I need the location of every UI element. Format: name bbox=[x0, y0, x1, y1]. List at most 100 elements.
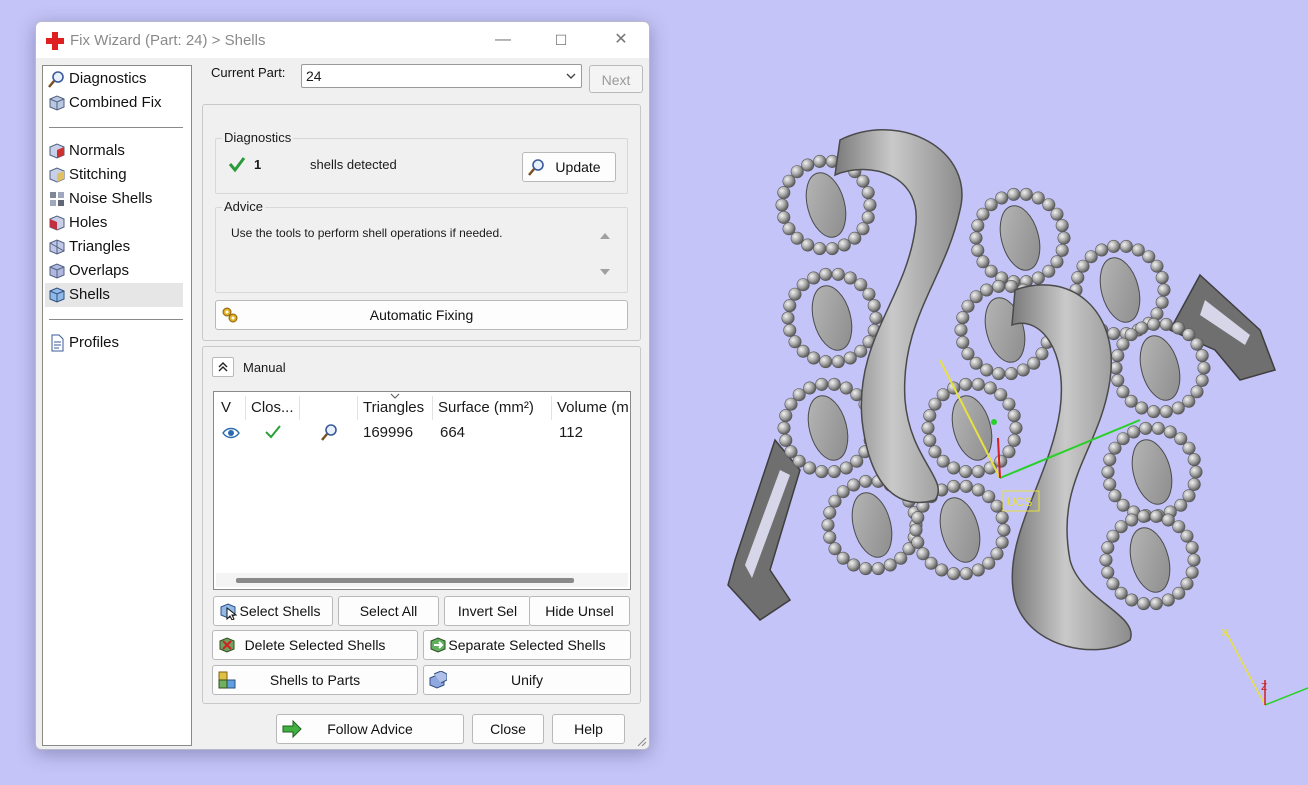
nav-item-label: Triangles bbox=[69, 238, 131, 255]
noise-shells-icon bbox=[50, 192, 64, 206]
current-part-select[interactable]: 24 bbox=[301, 64, 582, 88]
ucs-label: UCS bbox=[1007, 495, 1032, 509]
overlaps-cube-icon bbox=[49, 263, 65, 279]
nav-item-label: Noise Shells bbox=[69, 190, 153, 207]
follow-advice-button[interactable]: Follow Advice bbox=[276, 714, 464, 744]
nav-divider bbox=[49, 127, 183, 128]
nav-item-triangles[interactable]: Triangles bbox=[45, 235, 183, 259]
nav-item-diagnostics[interactable]: Diagnostics bbox=[45, 67, 183, 91]
horizontal-scrollbar[interactable] bbox=[216, 573, 628, 587]
resize-grip-icon[interactable] bbox=[635, 735, 647, 747]
hide-unsel-button[interactable]: Hide Unsel bbox=[529, 596, 630, 626]
nav-item-shells[interactable]: Shells bbox=[45, 283, 183, 307]
magnifier-icon bbox=[48, 71, 64, 88]
advice-text: Use the tools to perform shell operation… bbox=[231, 226, 503, 240]
cell-surface: 664 bbox=[440, 424, 466, 441]
shells-table: V Clos... Triangles Surface (mm²) Volume… bbox=[213, 391, 631, 590]
automatic-fixing-button[interactable]: Automatic Fixing bbox=[215, 300, 628, 330]
unify-label: Unify bbox=[511, 672, 543, 688]
fix-nav-list: Diagnostics Combined Fix Normals Stitchi… bbox=[42, 65, 192, 746]
ring-model bbox=[727, 129, 1276, 651]
automatic-fixing-label: Automatic Fixing bbox=[369, 307, 474, 323]
update-label: Update bbox=[555, 159, 601, 175]
invert-sel-button[interactable]: Invert Sel bbox=[444, 596, 531, 626]
advice-group: Advice Use the tools to perform shell op… bbox=[215, 199, 628, 293]
select-all-button[interactable]: Select All bbox=[338, 596, 439, 626]
nav-item-label: Profiles bbox=[69, 334, 120, 351]
column-header-triangles-label: Triangles bbox=[363, 399, 425, 416]
nav-item-label: Normals bbox=[69, 142, 125, 159]
column-header-inspect[interactable] bbox=[300, 396, 358, 420]
maximize-button[interactable]: ☐ bbox=[546, 28, 576, 52]
help-button[interactable]: Help bbox=[552, 714, 625, 744]
unify-button[interactable]: Unify bbox=[423, 665, 631, 695]
triad-x-label: X bbox=[1221, 628, 1228, 639]
minimize-button[interactable]: — bbox=[488, 28, 518, 52]
separate-selected-shells-button[interactable]: Separate Selected Shells bbox=[423, 630, 631, 660]
nav-item-label: Stitching bbox=[69, 166, 127, 183]
update-button[interactable]: Update bbox=[522, 152, 616, 182]
current-part-value: 24 bbox=[306, 68, 322, 84]
column-header-surface[interactable]: Surface (mm²) bbox=[433, 396, 552, 420]
chevron-up-icon bbox=[218, 362, 228, 372]
delete-shells-icon bbox=[219, 637, 235, 653]
select-shells-label: Select Shells bbox=[239, 603, 321, 619]
follow-advice-label: Follow Advice bbox=[327, 721, 413, 737]
cell-volume: 112 bbox=[559, 424, 583, 441]
shells-to-parts-button[interactable]: Shells to Parts bbox=[212, 665, 418, 695]
current-part-label: Current Part: bbox=[211, 65, 286, 80]
stitching-cube-icon bbox=[49, 167, 65, 183]
scroll-down-icon[interactable] bbox=[599, 268, 611, 276]
cell-triangles: 169996 bbox=[363, 424, 414, 441]
shells-cube-icon bbox=[49, 287, 65, 303]
combined-fix-icon bbox=[49, 95, 65, 111]
column-header-volume[interactable]: Volume (m bbox=[552, 396, 630, 420]
close-window-button[interactable]: ✕ bbox=[606, 28, 636, 52]
nav-item-label: Holes bbox=[69, 214, 108, 231]
nav-item-noise-shells[interactable]: Noise Shells bbox=[45, 187, 183, 211]
nav-item-label: Shells bbox=[69, 286, 110, 303]
nav-item-label: Combined Fix bbox=[69, 94, 162, 111]
green-arrow-icon bbox=[282, 720, 302, 738]
unify-icon bbox=[429, 671, 447, 689]
select-shells-icon bbox=[220, 603, 237, 620]
nav-item-holes[interactable]: Holes bbox=[45, 211, 183, 235]
advice-group-title: Advice bbox=[222, 199, 266, 214]
chevron-down-icon bbox=[565, 65, 577, 94]
nav-item-combined-fix[interactable]: Combined Fix bbox=[45, 91, 183, 115]
diagnostics-panel: Diagnostics 1 shells detected Update Adv… bbox=[202, 104, 641, 341]
nav-item-profiles[interactable]: Profiles bbox=[45, 331, 183, 355]
shells-to-parts-label: Shells to Parts bbox=[269, 672, 361, 688]
eye-icon[interactable] bbox=[222, 425, 240, 441]
manual-title: Manual bbox=[243, 360, 286, 375]
close-button[interactable]: Close bbox=[472, 714, 544, 744]
red-cross-app-icon bbox=[46, 32, 64, 50]
nav-item-stitching[interactable]: Stitching bbox=[45, 163, 183, 187]
window-title: Fix Wizard (Part: 24) > Shells bbox=[70, 32, 266, 49]
magnifier-icon[interactable] bbox=[320, 423, 338, 441]
collapse-manual-button[interactable] bbox=[212, 357, 234, 377]
diagnostics-group-title: Diagnostics bbox=[222, 130, 294, 145]
delete-selected-shells-label: Delete Selected Shells bbox=[244, 637, 386, 653]
check-icon bbox=[228, 157, 246, 173]
sort-descending-icon bbox=[390, 393, 400, 399]
column-header-triangles[interactable]: Triangles bbox=[358, 396, 433, 420]
separate-shells-icon bbox=[430, 637, 446, 653]
magnifier-icon bbox=[528, 159, 544, 176]
column-header-closed[interactable]: Clos... bbox=[246, 396, 300, 420]
column-header-visible[interactable]: V bbox=[216, 396, 246, 420]
next-button[interactable]: Next bbox=[589, 65, 643, 93]
nav-item-label: Diagnostics bbox=[69, 70, 147, 87]
check-icon bbox=[265, 425, 281, 439]
delete-selected-shells-button[interactable]: Delete Selected Shells bbox=[212, 630, 418, 660]
nav-item-overlaps[interactable]: Overlaps bbox=[45, 259, 183, 283]
shells-detected-text: shells detected bbox=[310, 157, 397, 172]
scroll-up-icon[interactable] bbox=[599, 232, 611, 240]
scrollbar-thumb[interactable] bbox=[236, 578, 574, 583]
triangles-cube-icon bbox=[49, 239, 65, 255]
select-shells-button[interactable]: Select Shells bbox=[213, 596, 333, 626]
title-bar[interactable]: Fix Wizard (Part: 24) > Shells — ☐ ✕ bbox=[36, 22, 649, 58]
separate-selected-shells-label: Separate Selected Shells bbox=[448, 637, 606, 653]
holes-cube-icon bbox=[49, 215, 65, 231]
nav-item-normals[interactable]: Normals bbox=[45, 139, 183, 163]
